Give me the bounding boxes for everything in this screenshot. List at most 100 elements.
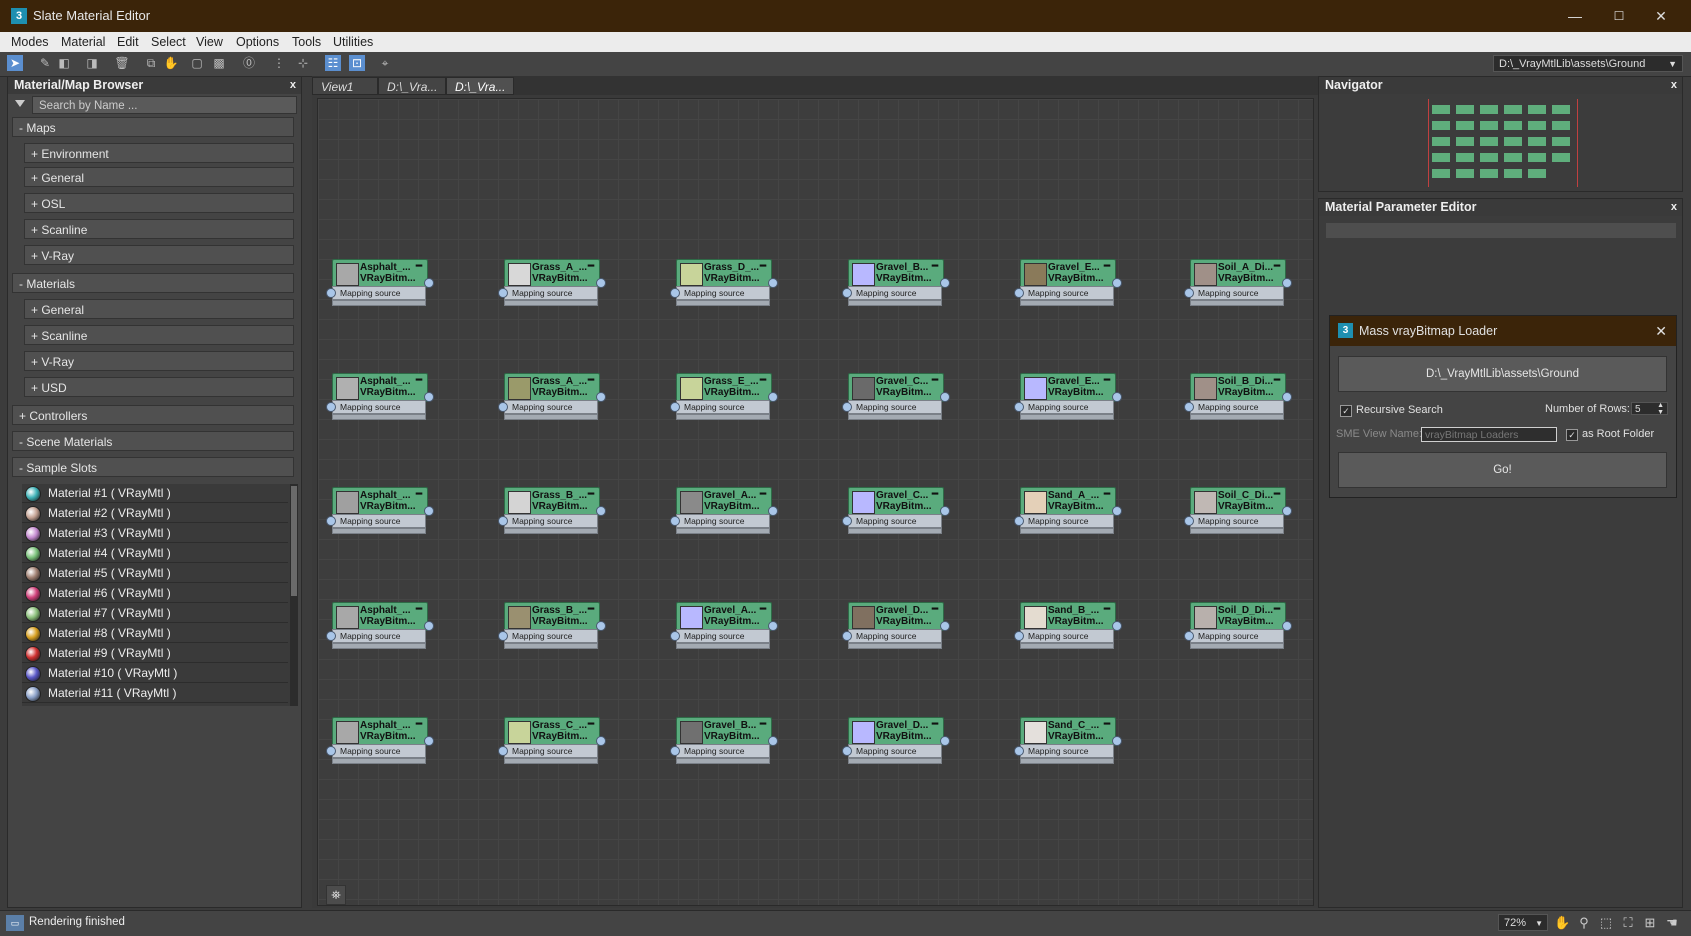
bitmap-node[interactable]: Grass_B_... VRayBitm... ━ Mapping source [498, 600, 606, 650]
bitmap-node[interactable]: Grass_C_... VRayBitm... ━ Mapping source [498, 715, 606, 765]
node-header[interactable]: Soil_A_Di... VRayBitm... ━ [1190, 259, 1286, 288]
output-port-icon[interactable] [1112, 392, 1122, 402]
output-port-icon[interactable] [424, 621, 434, 631]
node-header[interactable]: Grass_E_... VRayBitm... ━ [676, 373, 772, 402]
output-port-icon[interactable] [424, 506, 434, 516]
bitmap-node[interactable]: Gravel_B... VRayBitm... ━ Mapping source [842, 257, 950, 307]
node-header[interactable]: Grass_A_... VRayBitm... ━ [504, 373, 600, 402]
zoom-extents-selected-icon[interactable]: ⊞ [1642, 915, 1658, 931]
node-minimize-icon[interactable]: ━ [932, 604, 938, 615]
input-port-icon[interactable] [498, 288, 508, 298]
bitmap-node[interactable]: Grass_B_... VRayBitm... ━ Mapping source [498, 485, 606, 535]
node-minimize-icon[interactable]: ━ [760, 375, 766, 386]
output-port-icon[interactable] [940, 506, 950, 516]
options-dropdown-icon[interactable] [15, 100, 25, 107]
node-minimize-icon[interactable]: ━ [1274, 375, 1280, 386]
node-header[interactable]: Sand_C_... VRayBitm... ━ [1020, 717, 1116, 746]
put-to-scene-icon[interactable]: ◧ [56, 55, 72, 71]
slots-scrollbar[interactable] [290, 484, 298, 706]
node-header[interactable]: Soil_D_Di... VRayBitm... ━ [1190, 602, 1286, 631]
browser-group-11[interactable]: + Controllers [12, 405, 294, 425]
tab-view1[interactable]: View1 [312, 77, 378, 95]
node-header[interactable]: Grass_C_... VRayBitm... ━ [504, 717, 600, 746]
input-port-icon[interactable] [670, 631, 680, 641]
node-header[interactable]: Gravel_B... VRayBitm... ━ [676, 717, 772, 746]
node-header[interactable]: Grass_B_... VRayBitm... ━ [504, 602, 600, 631]
bitmap-node[interactable]: Grass_E_... VRayBitm... ━ Mapping source [670, 371, 778, 421]
output-port-icon[interactable] [596, 392, 606, 402]
pan-icon[interactable]: ✋ [1554, 915, 1570, 931]
browser-group-5[interactable]: + V-Ray [24, 245, 294, 265]
bitmap-node[interactable]: Soil_A_Di... VRayBitm... ━ Mapping source [1184, 257, 1292, 307]
layout-icon[interactable]: ▢ [189, 55, 205, 71]
node-minimize-icon[interactable]: ━ [588, 604, 594, 615]
output-port-icon[interactable] [1282, 506, 1292, 516]
node-minimize-icon[interactable]: ━ [588, 375, 594, 386]
node-minimize-icon[interactable]: ━ [416, 489, 422, 500]
menu-utilities[interactable]: Utilities [333, 35, 373, 49]
bitmap-node[interactable]: Asphalt_... VRayBitm... ━ Mapping source [326, 485, 434, 535]
output-port-icon[interactable] [940, 621, 950, 631]
dialog-close-icon[interactable]: ✕ [1655, 316, 1667, 346]
bitmap-node[interactable]: Gravel_B... VRayBitm... ━ Mapping source [670, 715, 778, 765]
output-port-icon[interactable] [596, 506, 606, 516]
output-port-icon[interactable] [940, 278, 950, 288]
material-map-icon[interactable]: ☷ [325, 55, 341, 71]
input-port-icon[interactable] [1184, 288, 1194, 298]
bitmap-node[interactable]: Soil_B_Di... VRayBitm... ━ Mapping source [1184, 371, 1292, 421]
node-header[interactable]: Grass_A_... VRayBitm... ━ [504, 259, 600, 288]
node-header[interactable]: Gravel_D... VRayBitm... ━ [848, 717, 944, 746]
close-icon[interactable]: ✕ [1651, 6, 1671, 26]
node-header[interactable]: Gravel_C... VRayBitm... ━ [848, 487, 944, 516]
output-port-icon[interactable] [596, 621, 606, 631]
node-header[interactable]: Gravel_A... VRayBitm... ━ [676, 602, 772, 631]
node-header[interactable]: Asphalt_... VRayBitm... ━ [332, 373, 428, 402]
output-port-icon[interactable] [424, 392, 434, 402]
sample-slot-2[interactable]: Material #2 ( VRayMtl ) [22, 504, 288, 523]
sme-view-name-input[interactable]: vrayBitmap Loaders [1421, 427, 1557, 442]
maximize-icon[interactable]: ☐ [1609, 6, 1629, 26]
sample-slot-11[interactable]: Material #11 ( VRayMtl ) [22, 684, 288, 703]
output-port-icon[interactable] [1112, 506, 1122, 516]
bitmap-node[interactable]: Gravel_C... VRayBitm... ━ Mapping source [842, 485, 950, 535]
node-header[interactable]: Soil_B_Di... VRayBitm... ━ [1190, 373, 1286, 402]
input-port-icon[interactable] [1014, 631, 1024, 641]
sample-slot-8[interactable]: Material #8 ( VRayMtl ) [22, 624, 288, 643]
node-minimize-icon[interactable]: ━ [1104, 375, 1110, 386]
output-port-icon[interactable] [768, 278, 778, 288]
layout-all-icon[interactable]: ⋮ [271, 55, 287, 71]
output-port-icon[interactable] [424, 736, 434, 746]
go-button[interactable]: Go! [1338, 452, 1667, 488]
rows-spinner[interactable]: 5 ▲ ▼ [1631, 402, 1668, 416]
browser-group-2[interactable]: + General [24, 167, 294, 187]
navigator-view[interactable] [1428, 99, 1578, 187]
browser-group-9[interactable]: + V-Ray [24, 351, 294, 371]
browser-group-4[interactable]: + Scanline [24, 219, 294, 239]
zoom-extents-icon[interactable]: ⛶ [1620, 915, 1636, 931]
input-port-icon[interactable] [842, 288, 852, 298]
bitmap-node[interactable]: Grass_A_... VRayBitm... ━ Mapping source [498, 257, 606, 307]
node-header[interactable]: Sand_B_... VRayBitm... ━ [1020, 602, 1116, 631]
spinner-arrows-icon[interactable]: ▲ ▼ [1657, 402, 1664, 416]
bitmap-node[interactable]: Gravel_C... VRayBitm... ━ Mapping source [842, 371, 950, 421]
input-port-icon[interactable] [1014, 746, 1024, 756]
zoom-dropdown[interactable]: 72% ▼ [1498, 914, 1548, 931]
node-minimize-icon[interactable]: ━ [1104, 604, 1110, 615]
minimize-icon[interactable]: — [1565, 6, 1585, 26]
browser-group-6[interactable]: - Materials [12, 273, 294, 293]
node-minimize-icon[interactable]: ━ [416, 604, 422, 615]
node-minimize-icon[interactable]: ━ [760, 489, 766, 500]
output-port-icon[interactable] [768, 736, 778, 746]
node-minimize-icon[interactable]: ━ [588, 489, 594, 500]
input-port-icon[interactable] [842, 631, 852, 641]
input-port-icon[interactable] [498, 631, 508, 641]
input-port-icon[interactable] [326, 746, 336, 756]
menu-view[interactable]: View [196, 35, 223, 49]
input-port-icon[interactable] [842, 402, 852, 412]
node-header[interactable]: Asphalt_... VRayBitm... ━ [332, 717, 428, 746]
node-minimize-icon[interactable]: ━ [416, 719, 422, 730]
binoculars-icon[interactable]: ⛯ [326, 885, 346, 905]
node-minimize-icon[interactable]: ━ [588, 719, 594, 730]
sample-slot-10[interactable]: Material #10 ( VRayMtl ) [22, 664, 288, 683]
hide-icon[interactable]: ✋ [163, 55, 179, 71]
